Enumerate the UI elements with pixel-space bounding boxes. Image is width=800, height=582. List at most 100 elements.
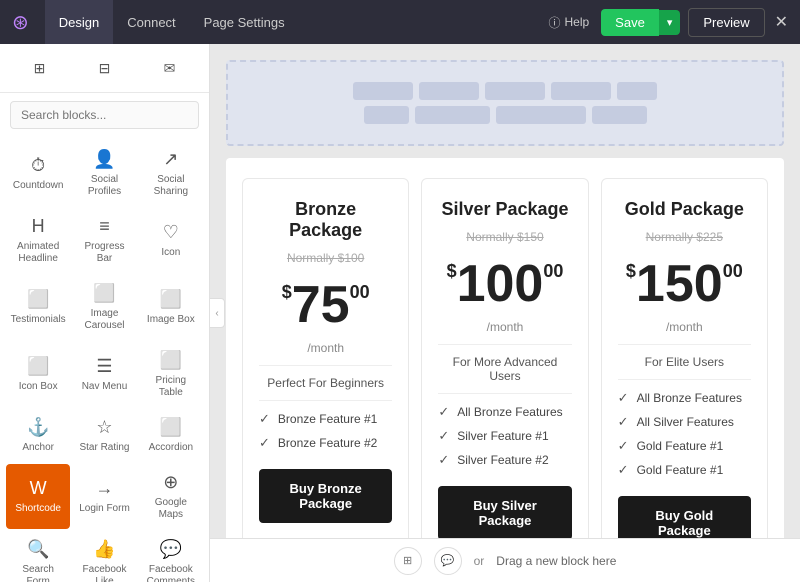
pricing-card-bronze: Bronze Package Normally $100 $ 75 00 /mo… — [242, 178, 409, 538]
sidebar-item-testimonials[interactable]: ⬜ Testimonials — [6, 275, 70, 340]
blocks-grid: ⏱ Countdown 👤 Social Profiles ↗ Social S… — [0, 137, 209, 582]
sidebar-item-label-pricing-table: Pricing Table — [143, 375, 199, 399]
sidebar-item-image-box[interactable]: ⬜ Image Box — [139, 275, 203, 340]
facebook-like-icon: 👍 — [93, 539, 115, 560]
sidebar-item-facebook-comments[interactable]: 💬 Facebook Comments — [139, 531, 203, 582]
sidebar-item-pricing-table[interactable]: ⬜ Pricing Table — [139, 342, 203, 407]
facebook-comments-icon: 💬 — [160, 539, 182, 560]
sidebar-item-facebook-like[interactable]: 👍 Facebook Like — [72, 531, 136, 582]
sidebar-item-search-form[interactable]: 🔍 Search Form — [6, 531, 70, 582]
sidebar-item-social-sharing[interactable]: ↗ Social Sharing — [139, 141, 203, 206]
nav-menu-icon: ☰ — [96, 356, 112, 377]
nav-tab-connect[interactable]: Connect — [113, 0, 189, 44]
sidebar-item-label-countdown: Countdown — [13, 180, 64, 192]
sidebar-item-login-form[interactable]: → Login Form — [72, 464, 136, 529]
feature-item: ✓ Bronze Feature #1 — [259, 411, 392, 427]
sidebar-item-nav-menu[interactable]: ☰ Nav Menu — [72, 342, 136, 407]
sidebar-item-accordion[interactable]: ⬜ Accordion — [139, 409, 203, 462]
check-icon: ✓ — [438, 428, 449, 444]
nav-tab-page-settings[interactable]: Page Settings — [190, 0, 299, 44]
sidebar-item-label-social-sharing: Social Sharing — [143, 174, 199, 198]
check-icon: ✓ — [259, 435, 270, 451]
check-icon: ✓ — [438, 404, 449, 420]
sidebar-item-image-carousel[interactable]: ⬜ Image Carousel — [72, 275, 136, 340]
feature-text: Bronze Feature #1 — [278, 412, 377, 426]
sidebar-item-label-image-box: Image Box — [147, 314, 195, 326]
canvas-area: ‹ Bronze Pack — [210, 44, 800, 582]
card-title-silver: Silver Package — [438, 199, 571, 220]
canvas-bottom-bar: ⊞ 💬 or Drag a new block here — [210, 538, 800, 582]
save-dropdown-button[interactable]: ▾ — [659, 10, 681, 35]
price-cents: 00 — [350, 283, 370, 301]
help-button[interactable]: ⓘ Help — [548, 14, 589, 31]
countdown-icon: ⏱ — [31, 155, 45, 176]
sidebar: ⊞ ⊟ ✉ ⏱ Countdown 👤 Social Profiles ↗ So… — [0, 44, 210, 582]
feature-text: All Bronze Features — [637, 391, 742, 405]
feature-item: ✓ Silver Feature #2 — [438, 452, 571, 468]
price-cents: 00 — [543, 262, 563, 280]
feature-item: ✓ Gold Feature #1 — [618, 438, 751, 454]
preview-button[interactable]: Preview — [688, 8, 764, 37]
testimonials-icon: ⬜ — [27, 289, 49, 310]
card-title-bronze: Bronze Package — [259, 199, 392, 241]
card-features-gold: ✓ All Bronze Features ✓ All Silver Featu… — [618, 379, 751, 478]
feature-item: ✓ Silver Feature #1 — [438, 428, 571, 444]
bottom-icon-2[interactable]: 💬 — [434, 547, 462, 575]
drag-label: or — [474, 554, 485, 568]
check-icon: ✓ — [618, 414, 629, 430]
collapse-sidebar-button[interactable]: ‹ — [210, 298, 225, 328]
bottom-icon-1[interactable]: ⊞ — [394, 547, 422, 575]
check-icon: ✓ — [618, 390, 629, 406]
card-per-month-gold: /month — [618, 320, 751, 334]
card-btn-gold[interactable]: Buy Gold Package — [618, 496, 751, 538]
google-maps-icon: ⊕ — [163, 472, 178, 493]
card-btn-silver[interactable]: Buy Silver Package — [438, 486, 571, 538]
card-normally-silver: Normally $150 — [438, 230, 571, 244]
card-price-silver: $ 100 00 — [438, 258, 571, 310]
pricing-table-icon: ⬜ — [160, 350, 182, 371]
sidebar-icon-row: ⊞ ⊟ ✉ — [0, 44, 209, 93]
shortcode-icon: W — [30, 478, 47, 499]
price-cents: 00 — [723, 262, 743, 280]
sidebar-item-label-anchor: Anchor — [22, 442, 54, 454]
sidebar-item-label-icon-box: Icon Box — [19, 381, 58, 393]
sidebar-item-star-rating[interactable]: ☆ Star Rating — [72, 409, 136, 462]
sidebar-item-google-maps[interactable]: ⊕ Google Maps — [139, 464, 203, 529]
card-desc-bronze: Perfect For Beginners — [259, 365, 392, 390]
sidebar-icon-btn-2[interactable]: ⊟ — [73, 52, 136, 84]
feature-text: All Bronze Features — [457, 405, 562, 419]
sidebar-icon-btn-1[interactable]: ⊞ — [8, 52, 71, 84]
card-price-gold: $ 150 00 — [618, 258, 751, 310]
sidebar-item-label-google-maps: Google Maps — [143, 497, 199, 521]
card-normally-gold: Normally $225 — [618, 230, 751, 244]
sidebar-item-label-login-form: Login Form — [79, 503, 130, 515]
nav-tab-design[interactable]: Design — [45, 0, 113, 44]
sidebar-item-shortcode[interactable]: W Shortcode — [6, 464, 70, 529]
feature-item: ✓ All Silver Features — [618, 414, 751, 430]
sidebar-item-anchor[interactable]: ⚓ Anchor — [6, 409, 70, 462]
sidebar-icon-btn-3[interactable]: ✉ — [138, 52, 201, 84]
sidebar-item-icon-box[interactable]: ⬜ Icon Box — [6, 342, 70, 407]
price-amount: 150 — [636, 258, 723, 310]
sidebar-item-social-profiles[interactable]: 👤 Social Profiles — [72, 141, 136, 206]
login-form-icon: → — [95, 478, 113, 499]
card-btn-bronze[interactable]: Buy Bronze Package — [259, 469, 392, 523]
sidebar-item-progress-bar[interactable]: ≡ Progress Bar — [72, 208, 136, 273]
drag-new-block-label: Drag a new block here — [496, 554, 616, 568]
sidebar-item-animated-headline[interactable]: H Animated Headline — [6, 208, 70, 273]
search-input[interactable] — [10, 101, 199, 129]
feature-text: Bronze Feature #2 — [278, 436, 377, 450]
sidebar-item-label-animated-headline: Animated Headline — [10, 241, 66, 265]
icon-box-icon: ⬜ — [27, 356, 49, 377]
close-button[interactable]: ✕ — [775, 12, 788, 32]
check-icon: ✓ — [618, 462, 629, 478]
feature-item: ✓ Gold Feature #1 — [618, 462, 751, 478]
feature-item: ✓ All Bronze Features — [618, 390, 751, 406]
sidebar-item-countdown[interactable]: ⏱ Countdown — [6, 141, 70, 206]
price-amount: 100 — [457, 258, 544, 310]
check-icon: ✓ — [618, 438, 629, 454]
card-title-gold: Gold Package — [618, 199, 751, 220]
sidebar-item-icon[interactable]: ♡ Icon — [139, 208, 203, 273]
save-button[interactable]: Save — [601, 9, 659, 36]
feature-text: Gold Feature #1 — [637, 439, 724, 453]
